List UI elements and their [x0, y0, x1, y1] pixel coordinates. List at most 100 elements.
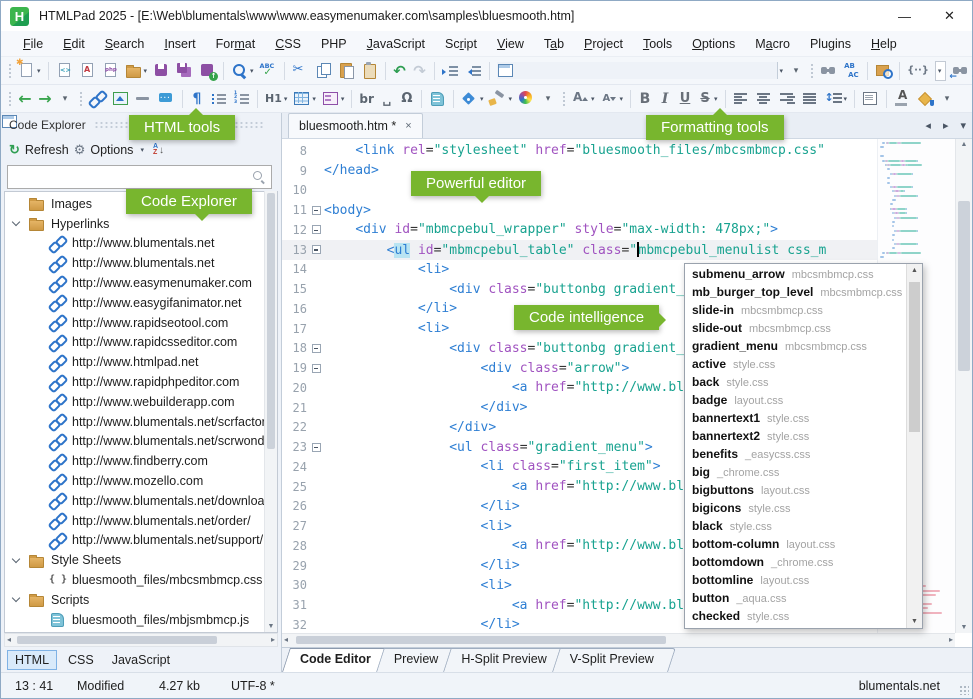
menu-item-php[interactable]: PHP: [311, 37, 357, 51]
tree-item-link[interactable]: http://www.easygifanimator.net: [5, 293, 277, 313]
fold-collapse-icon[interactable]: [311, 363, 321, 373]
panel-tab-javascript[interactable]: JavaScript: [105, 651, 177, 669]
fold-collapse-icon[interactable]: [311, 225, 321, 235]
tree-item-link[interactable]: http://www.blumentals.net/order/: [5, 511, 277, 531]
tree-item-link[interactable]: http://www.easymenumaker.com: [5, 273, 277, 293]
fold-collapse-icon[interactable]: [311, 343, 321, 353]
autocomplete-item[interactable]: bannertext2 style.css: [685, 429, 906, 447]
scroll-up-icon[interactable]: ▲: [956, 141, 972, 148]
tree-item-link[interactable]: http://www.mozello.com: [5, 471, 277, 491]
search-term-combobox-input[interactable]: ▾: [934, 60, 947, 81]
refresh-icon[interactable]: ↻: [9, 142, 20, 158]
autocomplete-item[interactable]: submenu_arrow mbcsmbmcp.css: [685, 267, 906, 285]
insert-script-button[interactable]: [427, 89, 448, 108]
replace-button[interactable]: [841, 61, 862, 80]
dropdown-arrow-icon[interactable]: ▾: [284, 95, 288, 103]
code-line[interactable]: 9 </head>: [282, 161, 877, 181]
tree-item-folder[interactable]: Hyperlinks: [5, 214, 277, 234]
autocomplete-scrollbar[interactable]: ▲ ▼: [906, 264, 922, 628]
autocomplete-item[interactable]: active style.css: [685, 357, 906, 375]
editor-horizontal-scrollbar[interactable]: ◂ ▸: [282, 633, 955, 647]
autocomplete-item[interactable]: bottomdown _chrome.css: [685, 555, 906, 573]
tree-vertical-scrollbar[interactable]: ▼: [264, 191, 277, 632]
navigate-forward-button[interactable]: →: [36, 89, 54, 108]
scroll-up-icon[interactable]: ▲: [907, 267, 922, 274]
save-file-button[interactable]: [151, 61, 172, 80]
tree-item-link[interactable]: http://www.htmlpad.net: [5, 352, 277, 372]
menu-item-script[interactable]: Script: [435, 37, 487, 51]
menu-item-options[interactable]: Options: [682, 37, 745, 51]
find-previous-button[interactable]: ←: [949, 61, 971, 82]
view-tab-v-split-preview[interactable]: V-Split Preview: [551, 648, 676, 672]
font-color-button[interactable]: [892, 88, 913, 108]
menu-item-edit[interactable]: Edit: [53, 37, 95, 51]
tree-item-js[interactable]: bluesmooth_files/mbjsmbmcp.js: [5, 610, 277, 630]
fold-collapse-icon[interactable]: [311, 245, 321, 255]
panel-layout-button[interactable]: ▾: [495, 61, 786, 80]
autocomplete-item[interactable]: benefits _easycss.css: [685, 447, 906, 465]
tree-item-link[interactable]: http://www.blumentals.net/scrwonder/: [5, 432, 277, 452]
menu-item-format[interactable]: Format: [206, 37, 266, 51]
insert-heading-button[interactable]: H1 ▾: [263, 89, 289, 108]
toolbar-drag-handle[interactable]: [7, 89, 12, 108]
toolbar-drag-handle[interactable]: [809, 61, 815, 80]
scroll-left-icon[interactable]: ◂: [7, 635, 11, 644]
insert-image-button[interactable]: [110, 89, 131, 108]
fold-column[interactable]: [308, 205, 324, 215]
dropdown-arrow-icon[interactable]: ▾: [619, 95, 623, 103]
save-all-button[interactable]: [174, 61, 195, 80]
panel-tab-css[interactable]: CSS: [61, 651, 101, 669]
dropdown-arrow-icon[interactable]: ▾: [591, 95, 595, 103]
new-php-document-button[interactable]: [100, 61, 121, 80]
autocomplete-item[interactable]: checked style.css: [685, 609, 906, 627]
bold-button[interactable]: B: [636, 89, 654, 108]
options-button[interactable]: Options: [90, 143, 133, 157]
dropdown-arrow-icon[interactable]: ▾: [341, 95, 345, 103]
scroll-right-icon[interactable]: ▸: [949, 635, 953, 644]
tab-scroll-right-icon[interactable]: ▸: [943, 119, 949, 132]
tab-scroll-left-icon[interactable]: ◂: [925, 119, 931, 132]
fold-column[interactable]: [308, 343, 324, 353]
view-tab-h-split-preview[interactable]: H-Split Preview: [443, 648, 569, 672]
new-web-document-button[interactable]: [54, 61, 75, 80]
fold-column[interactable]: [308, 363, 324, 373]
save-and-upload-button[interactable]: [197, 61, 219, 81]
menu-item-css[interactable]: CSS: [265, 37, 311, 51]
code-line[interactable]: 8 <link rel="stylesheet" href="bluesmoot…: [282, 141, 877, 161]
menu-item-file[interactable]: File: [13, 37, 53, 51]
format-painter-button[interactable]: ▾: [487, 89, 514, 108]
dropdown-arrow-icon[interactable]: ▾: [780, 67, 784, 75]
navigate-back-button[interactable]: ←: [16, 89, 34, 108]
autocomplete-item[interactable]: badge layout.css: [685, 393, 906, 411]
menu-item-insert[interactable]: Insert: [154, 37, 205, 51]
justify-button[interactable]: [800, 89, 821, 108]
insert-link-button[interactable]: [87, 89, 108, 108]
autocomplete-item[interactable]: slide-in mbcsmbmcp.css: [685, 303, 906, 321]
tree-item-link[interactable]: http://www.rapidphpeditor.com: [5, 372, 277, 392]
insert-tag-button[interactable]: ▾: [459, 89, 486, 108]
document-tab[interactable]: bluesmooth.htm * ×: [288, 113, 423, 138]
find-in-files-button[interactable]: [873, 61, 894, 80]
paragraph-properties-button[interactable]: [860, 89, 881, 108]
color-picker-button[interactable]: [516, 89, 537, 108]
menu-item-plugins[interactable]: Plugins: [800, 37, 861, 51]
menu-item-javascript[interactable]: JavaScript: [357, 37, 435, 51]
fold-collapse-icon[interactable]: [311, 442, 321, 452]
tree-item-link[interactable]: http://www.blumentals.net/download/: [5, 491, 277, 511]
line-spacing-button[interactable]: ▾: [823, 89, 850, 108]
code-line[interactable]: 11 <body>: [282, 200, 877, 220]
tree-horizontal-scrollbar[interactable]: ◂ ▸: [4, 633, 278, 647]
tree-item-link[interactable]: http://www.blumentals.net/support/: [5, 531, 277, 551]
fold-collapse-icon[interactable]: [311, 205, 321, 215]
chevron-down-icon[interactable]: [11, 554, 21, 563]
chevron-down-icon[interactable]: [11, 594, 21, 603]
tree-item-folder[interactable]: Scripts: [5, 590, 277, 610]
explorer-search-input[interactable]: [7, 165, 272, 189]
tree-item-link[interactable]: http://www.rapidseotool.com: [5, 313, 277, 333]
autocomplete-item[interactable]: big _chrome.css: [685, 465, 906, 483]
scroll-down-icon[interactable]: ▼: [265, 623, 277, 630]
tree-item-link[interactable]: http://www.rapidcsseditor.com: [5, 333, 277, 353]
open-file-button[interactable]: ▾: [123, 61, 150, 80]
outdent-button[interactable]: [463, 61, 484, 80]
insert-form-button[interactable]: ▾: [320, 89, 347, 108]
